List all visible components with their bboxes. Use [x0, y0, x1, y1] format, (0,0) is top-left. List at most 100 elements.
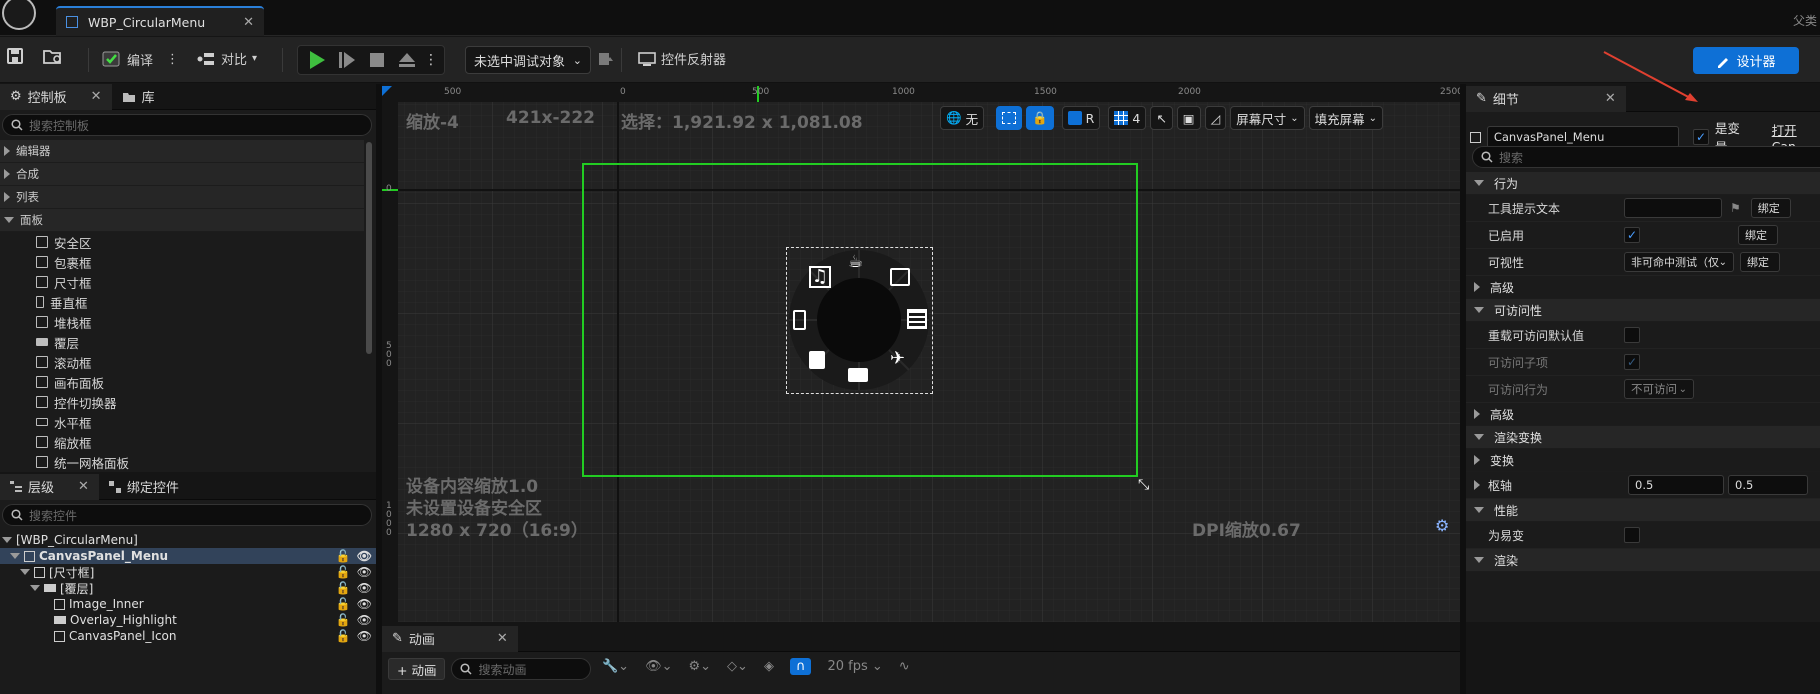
category-panel[interactable]: 面板 [0, 209, 364, 232]
section-rendering[interactable]: 渲染 [1466, 549, 1820, 572]
tab-palette[interactable]: ⚙ 控制板 ✕ [0, 83, 112, 110]
close-tab-icon[interactable]: ✕ [243, 15, 254, 30]
fill-screen-dropdown[interactable]: 填充屏幕 ⌄ [1308, 106, 1384, 130]
debug-filter-icon[interactable] [598, 51, 614, 67]
grid-snap-button[interactable]: 4 [1108, 106, 1147, 130]
play-options-icon[interactable]: ⋮ [424, 52, 438, 68]
enabled-checkbox[interactable]: ✓ [1624, 227, 1640, 243]
eject-icon[interactable] [394, 51, 420, 69]
diff-button[interactable]: 对比 ▾ [196, 49, 257, 68]
designer-viewport[interactable]: 500 0 500 1000 1500 2000 2500 0 5 0 0 1 … [382, 86, 1460, 622]
stop-icon[interactable] [364, 52, 390, 68]
volatile-checkbox[interactable] [1624, 527, 1640, 543]
save-icon[interactable] [6, 47, 24, 65]
circular-menu-selection[interactable]: ☕ ✈ ♫ [786, 247, 933, 394]
palette-scrollbar[interactable] [366, 142, 372, 354]
pivot-y-input[interactable]: 0.5 [1728, 475, 1808, 495]
visibility-select[interactable]: 非可命中测试（仅 ⌄ [1624, 252, 1734, 272]
tab-library[interactable]: 库 [112, 84, 165, 110]
palette-search-input[interactable]: 搜索控制板 [2, 114, 372, 136]
screen-size-dropdown[interactable]: 屏幕尺寸 ⌄ [1230, 106, 1305, 130]
palette-item-safe-zone[interactable]: 安全区 [0, 232, 364, 252]
category-list[interactable]: 列表 [0, 186, 364, 209]
tree-row-overlay[interactable]: [覆层] 🔓 👁 [0, 580, 376, 596]
dpi-settings-gear-icon[interactable]: ⚙ [1435, 516, 1449, 535]
debug-object-select[interactable]: 未选中调试对象 ⌄ [465, 46, 591, 74]
palette-item-scroll-box[interactable]: 滚动框 [0, 352, 364, 372]
bind-button[interactable]: 绑定 [1738, 225, 1778, 245]
section-transform[interactable]: 变换 [1466, 449, 1820, 472]
section-accessibility[interactable]: 可访问性 [1466, 299, 1820, 322]
visibility-eye-icon[interactable]: 👁 [357, 613, 372, 627]
palette-item-canvas-panel[interactable]: 画布面板 [0, 372, 364, 392]
palette-item-widget-switcher[interactable]: 控件切换器 [0, 392, 364, 412]
section-performance[interactable]: 性能 [1466, 499, 1820, 522]
browse-icon[interactable] [42, 47, 64, 65]
lock-icon[interactable]: 🔓 [336, 613, 351, 627]
section-advanced[interactable]: 高级 [1466, 276, 1820, 299]
tab-bind-widgets[interactable]: 绑定控件 [99, 474, 189, 500]
document-tab[interactable]: WBP_CircularMenu ✕ [56, 6, 264, 36]
hierarchy-search-input[interactable]: 搜索控件 [2, 504, 372, 526]
compile-options-icon[interactable]: ⋮ [166, 52, 179, 67]
flip-button[interactable]: ◿ [1204, 106, 1227, 130]
close-icon[interactable]: ✕ [78, 479, 89, 494]
tree-row-image-inner[interactable]: Image_Inner 🔓 👁 [0, 596, 376, 612]
widget-reflector-button[interactable]: 控件反射器 [638, 49, 726, 68]
auto-key-icon[interactable]: ◈ [764, 659, 774, 674]
compile-button[interactable]: 编译 ⋮ [102, 49, 179, 69]
resize-handle-icon[interactable]: ⤡ [1138, 477, 1149, 493]
section-behavior[interactable]: 行为 [1466, 172, 1820, 195]
palette-item-wrap-box[interactable]: 包裹框 [0, 252, 364, 272]
palette-item-horizontal-box[interactable]: 水平框 [0, 412, 364, 432]
splitter-left[interactable] [376, 84, 382, 694]
respect-locks-button[interactable]: R [1061, 106, 1101, 130]
wrench-icon[interactable]: 🔧⌄ [602, 659, 629, 674]
lock-icon[interactable]: 🔓 [336, 597, 351, 611]
category-editor[interactable]: 编辑器 [0, 140, 364, 163]
keyframe-icon[interactable]: ◇⌄ [727, 659, 748, 674]
details-search-input[interactable]: 搜索 [1472, 146, 1820, 168]
section-advanced[interactable]: 高级 [1466, 403, 1820, 426]
tab-animation[interactable]: ✎ 动画 ✕ [382, 625, 518, 652]
lock-icon[interactable]: 🔓 [336, 581, 351, 595]
tab-hierarchy[interactable]: 层级 ✕ [0, 473, 99, 500]
palette-item-scale-box[interactable]: 缩放框 [0, 432, 364, 452]
curve-icon[interactable]: ∿ [899, 659, 910, 674]
settings-icon[interactable]: ⚙⌄ [689, 659, 712, 674]
magnet-icon[interactable]: ∩ [789, 658, 812, 675]
unreal-logo[interactable] [2, 0, 36, 30]
lock-icon[interactable]: 🔓 [336, 565, 351, 579]
tooltip-input[interactable] [1624, 198, 1722, 218]
pivot-x-input[interactable]: 0.5 [1628, 475, 1724, 495]
palette-item-stack-box[interactable]: 堆栈框 [0, 312, 364, 332]
tree-row-size-box[interactable]: [尺寸框] 🔓 👁 [0, 564, 376, 580]
palette-item-uniform-grid[interactable]: 统一网格面板 [0, 452, 364, 472]
section-render-transform[interactable]: 渲染变换 [1466, 426, 1820, 449]
widget-name-input[interactable]: CanvasPanel_Menu [1486, 126, 1680, 148]
lock-icon[interactable]: 🔓 [336, 629, 351, 643]
visibility-eye-icon[interactable]: 👁 [357, 581, 372, 595]
eye-icon[interactable]: 👁⌄ [645, 659, 672, 674]
add-animation-button[interactable]: + 动画 [388, 658, 446, 680]
is-variable-checkbox[interactable]: ✓ [1693, 129, 1709, 145]
palette-item-overlay[interactable]: 覆层 [0, 332, 364, 352]
close-icon[interactable]: ✕ [497, 631, 508, 646]
visibility-eye-icon[interactable]: 👁 [357, 549, 372, 563]
fps-dropdown[interactable]: 20 fps ⌄ [827, 659, 882, 674]
animation-search-input[interactable]: 搜索动画 [451, 658, 592, 680]
override-access-checkbox[interactable] [1624, 327, 1640, 343]
lock-icon[interactable]: 🔓 [336, 549, 351, 563]
lock-button[interactable]: 🔒 [1026, 106, 1054, 130]
tree-row-canvas-panel-icon[interactable]: CanvasPanel_Icon 🔓 👁 [0, 628, 376, 644]
tree-row-overlay-highlight[interactable]: Overlay_Highlight 🔓 👁 [0, 612, 376, 628]
play-icon[interactable] [304, 50, 330, 70]
image-preview-button[interactable]: ▣ [1176, 106, 1201, 130]
splitter-right[interactable] [1460, 84, 1466, 694]
snap-area-button[interactable] [996, 106, 1023, 130]
visibility-eye-icon[interactable]: 👁 [357, 629, 372, 643]
step-icon[interactable] [334, 50, 360, 70]
select-mode-button[interactable]: ↖ [1150, 106, 1173, 130]
palette-item-size-box[interactable]: 尺寸框 [0, 272, 364, 292]
category-composite[interactable]: 合成 [0, 163, 364, 186]
